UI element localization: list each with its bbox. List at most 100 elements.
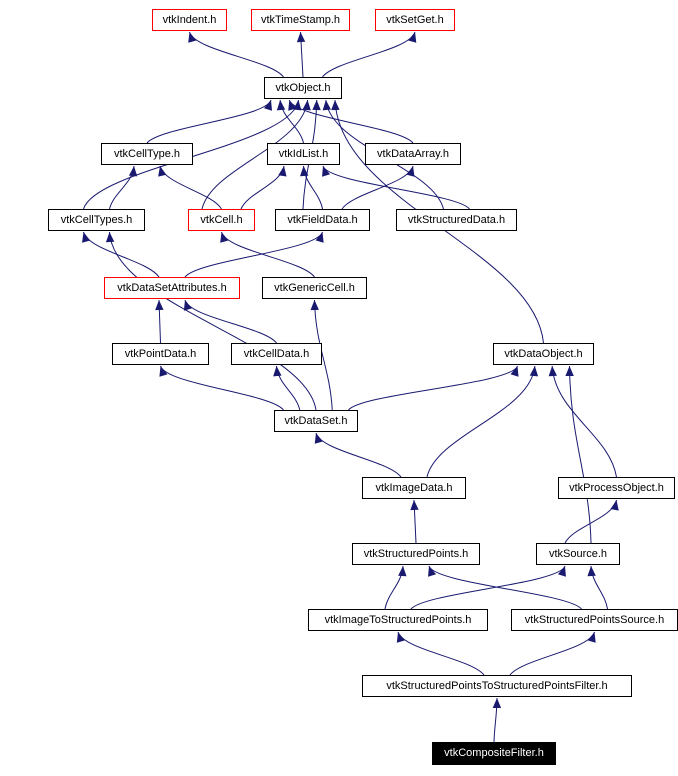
edge-arrowhead [273, 366, 282, 377]
graph-node-label: vtkDataObject.h [504, 347, 583, 360]
edge-arrowhead [610, 500, 619, 511]
graph-node-label: vtkCompositeFilter.h [444, 747, 544, 759]
edge-arrowhead [314, 433, 323, 444]
edge-arrowhead [410, 500, 419, 511]
graph-node-vtkDataSet[interactable]: vtkDataSet.h [274, 410, 358, 432]
graph-node-vtkTimeStamp[interactable]: vtkTimeStamp.h [251, 9, 350, 31]
graph-node-label: vtkProcessObject.h [569, 481, 664, 494]
graph-node-vtkPointData[interactable]: vtkPointData.h [112, 343, 209, 365]
graph-node-vtkCell[interactable]: vtkCell.h [188, 209, 255, 231]
edge-line [109, 165, 135, 210]
edge-line [146, 99, 272, 144]
edge-line [160, 365, 284, 411]
edge-line [569, 365, 592, 544]
graph-node-vtkStructuredPointsSource[interactable]: vtkStructuredPointsSource.h [511, 609, 678, 631]
graph-node-vtkStructuredData[interactable]: vtkStructuredData.h [396, 209, 517, 231]
edge-line [276, 365, 301, 411]
edge-arrowhead [278, 166, 287, 177]
edge-line [189, 31, 284, 78]
edge-line [159, 165, 222, 210]
edge-arrowhead [548, 366, 558, 377]
graph-node-vtkImageData[interactable]: vtkImageData.h [362, 477, 466, 499]
graph-node-label: vtkDataSetAttributes.h [117, 281, 227, 294]
graph-node-label: vtkStructuredData.h [407, 213, 506, 226]
graph-node-label: vtkImageData.h [375, 481, 453, 494]
graph-node-vtkFieldData[interactable]: vtkFieldData.h [275, 209, 370, 231]
graph-node-label: vtkPointData.h [124, 347, 197, 360]
graph-node-label: vtkIndent.h [162, 13, 217, 26]
edge-line [184, 299, 277, 344]
edge-line [397, 631, 485, 676]
graph-node-label: vtkStructuredPointsSource.h [524, 613, 665, 626]
graph-node-label: vtkSource.h [548, 547, 608, 560]
edge-arrowhead [220, 232, 229, 243]
edge-arrowhead [310, 300, 319, 311]
edge-layer [82, 31, 619, 743]
edge-arrowhead [276, 100, 286, 111]
edge-arrowhead [159, 366, 168, 377]
graph-node-vtkCellType[interactable]: vtkCellType.h [101, 143, 193, 165]
graph-node-vtkDataArray[interactable]: vtkDataArray.h [365, 143, 461, 165]
edge-line [184, 231, 323, 278]
edge-arrowhead [302, 100, 311, 111]
edge-arrowhead [331, 100, 340, 111]
graph-node-label: vtkDataArray.h [377, 147, 449, 160]
edge-line [509, 631, 595, 676]
edge-line [551, 365, 617, 478]
graph-node-label: vtkSetGet.h [386, 13, 444, 26]
graph-node-label: vtkGenericCell.h [274, 281, 355, 294]
edge-line [322, 165, 470, 210]
graph-node-vtkDataObject[interactable]: vtkDataObject.h [493, 343, 594, 365]
graph-node-label: vtkTimeStamp.h [260, 13, 341, 26]
graph-node-label: vtkFieldData.h [287, 213, 358, 226]
graph-node-vtkStructuredPoints[interactable]: vtkStructuredPoints.h [352, 543, 480, 565]
edge-arrowhead [492, 698, 502, 709]
edge-arrowhead [396, 632, 405, 643]
edge-line [426, 365, 536, 478]
edge-arrowhead [105, 232, 115, 243]
graph-node-label: vtkIdList.h [278, 147, 329, 160]
graph-node-label: vtkCellData.h [243, 347, 310, 360]
edge-arrowhead [312, 100, 321, 111]
graph-node-vtkProcessObject[interactable]: vtkProcessObject.h [558, 477, 675, 499]
edge-arrowhead [398, 566, 407, 577]
graph-node-vtkStructuredPointsToStructuredPointsFilter[interactable]: vtkStructuredPointsToStructuredPointsFil… [362, 675, 632, 697]
edge-line [341, 165, 414, 210]
edge-line [221, 231, 315, 278]
graph-node-vtkCellTypes[interactable]: vtkCellTypes.h [48, 209, 145, 231]
edge-arrowhead [408, 32, 417, 43]
edge-arrowhead [128, 166, 138, 177]
graph-node-label: vtkCellTypes.h [60, 213, 133, 226]
graph-node-vtkIndent[interactable]: vtkIndent.h [152, 9, 227, 31]
graph-node-label: vtkCellType.h [113, 147, 181, 160]
graph-node-label: vtkStructuredPointsToStructuredPointsFil… [386, 679, 608, 692]
graph-node-vtkObject[interactable]: vtkObject.h [264, 77, 342, 99]
edge-arrowhead [155, 300, 164, 311]
edge-arrowhead [587, 632, 596, 643]
graph-node-vtkCompositeFilter: vtkCompositeFilter.h [432, 742, 556, 765]
graph-node-vtkIdList[interactable]: vtkIdList.h [267, 143, 340, 165]
edge-arrowhead [587, 566, 596, 577]
edge-line [428, 565, 582, 610]
edge-line [348, 365, 518, 411]
graph-node-vtkGenericCell[interactable]: vtkGenericCell.h [262, 277, 367, 299]
edge-arrowhead [322, 100, 331, 111]
edge-arrowhead [296, 32, 306, 43]
graph-node-label: vtkImageToStructuredPoints.h [324, 613, 472, 626]
edge-line [240, 165, 285, 210]
graph-node-vtkSetGet[interactable]: vtkSetGet.h [375, 9, 455, 31]
edge-line [109, 231, 317, 411]
graph-node-label: vtkStructuredPoints.h [363, 547, 469, 560]
edge-arrowhead [82, 232, 91, 243]
edge-arrowhead [529, 366, 539, 377]
graph-node-vtkImageToStructuredPoints[interactable]: vtkImageToStructuredPoints.h [308, 609, 488, 631]
graph-node-vtkCellData[interactable]: vtkCellData.h [231, 343, 322, 365]
edge-line [315, 432, 402, 478]
include-dependency-graph: vtkIndent.h vtkTimeStamp.h vtkSetGet.h vtkO… [0, 0, 678, 776]
graph-node-label: vtkObject.h [275, 81, 331, 94]
graph-node-label: vtkDataSet.h [284, 414, 348, 427]
edge-arrowhead [188, 32, 197, 43]
graph-node-vtkSource[interactable]: vtkSource.h [536, 543, 620, 565]
edge-line [322, 31, 416, 78]
graph-node-vtkDataSetAttributes[interactable]: vtkDataSetAttributes.h [104, 277, 240, 299]
